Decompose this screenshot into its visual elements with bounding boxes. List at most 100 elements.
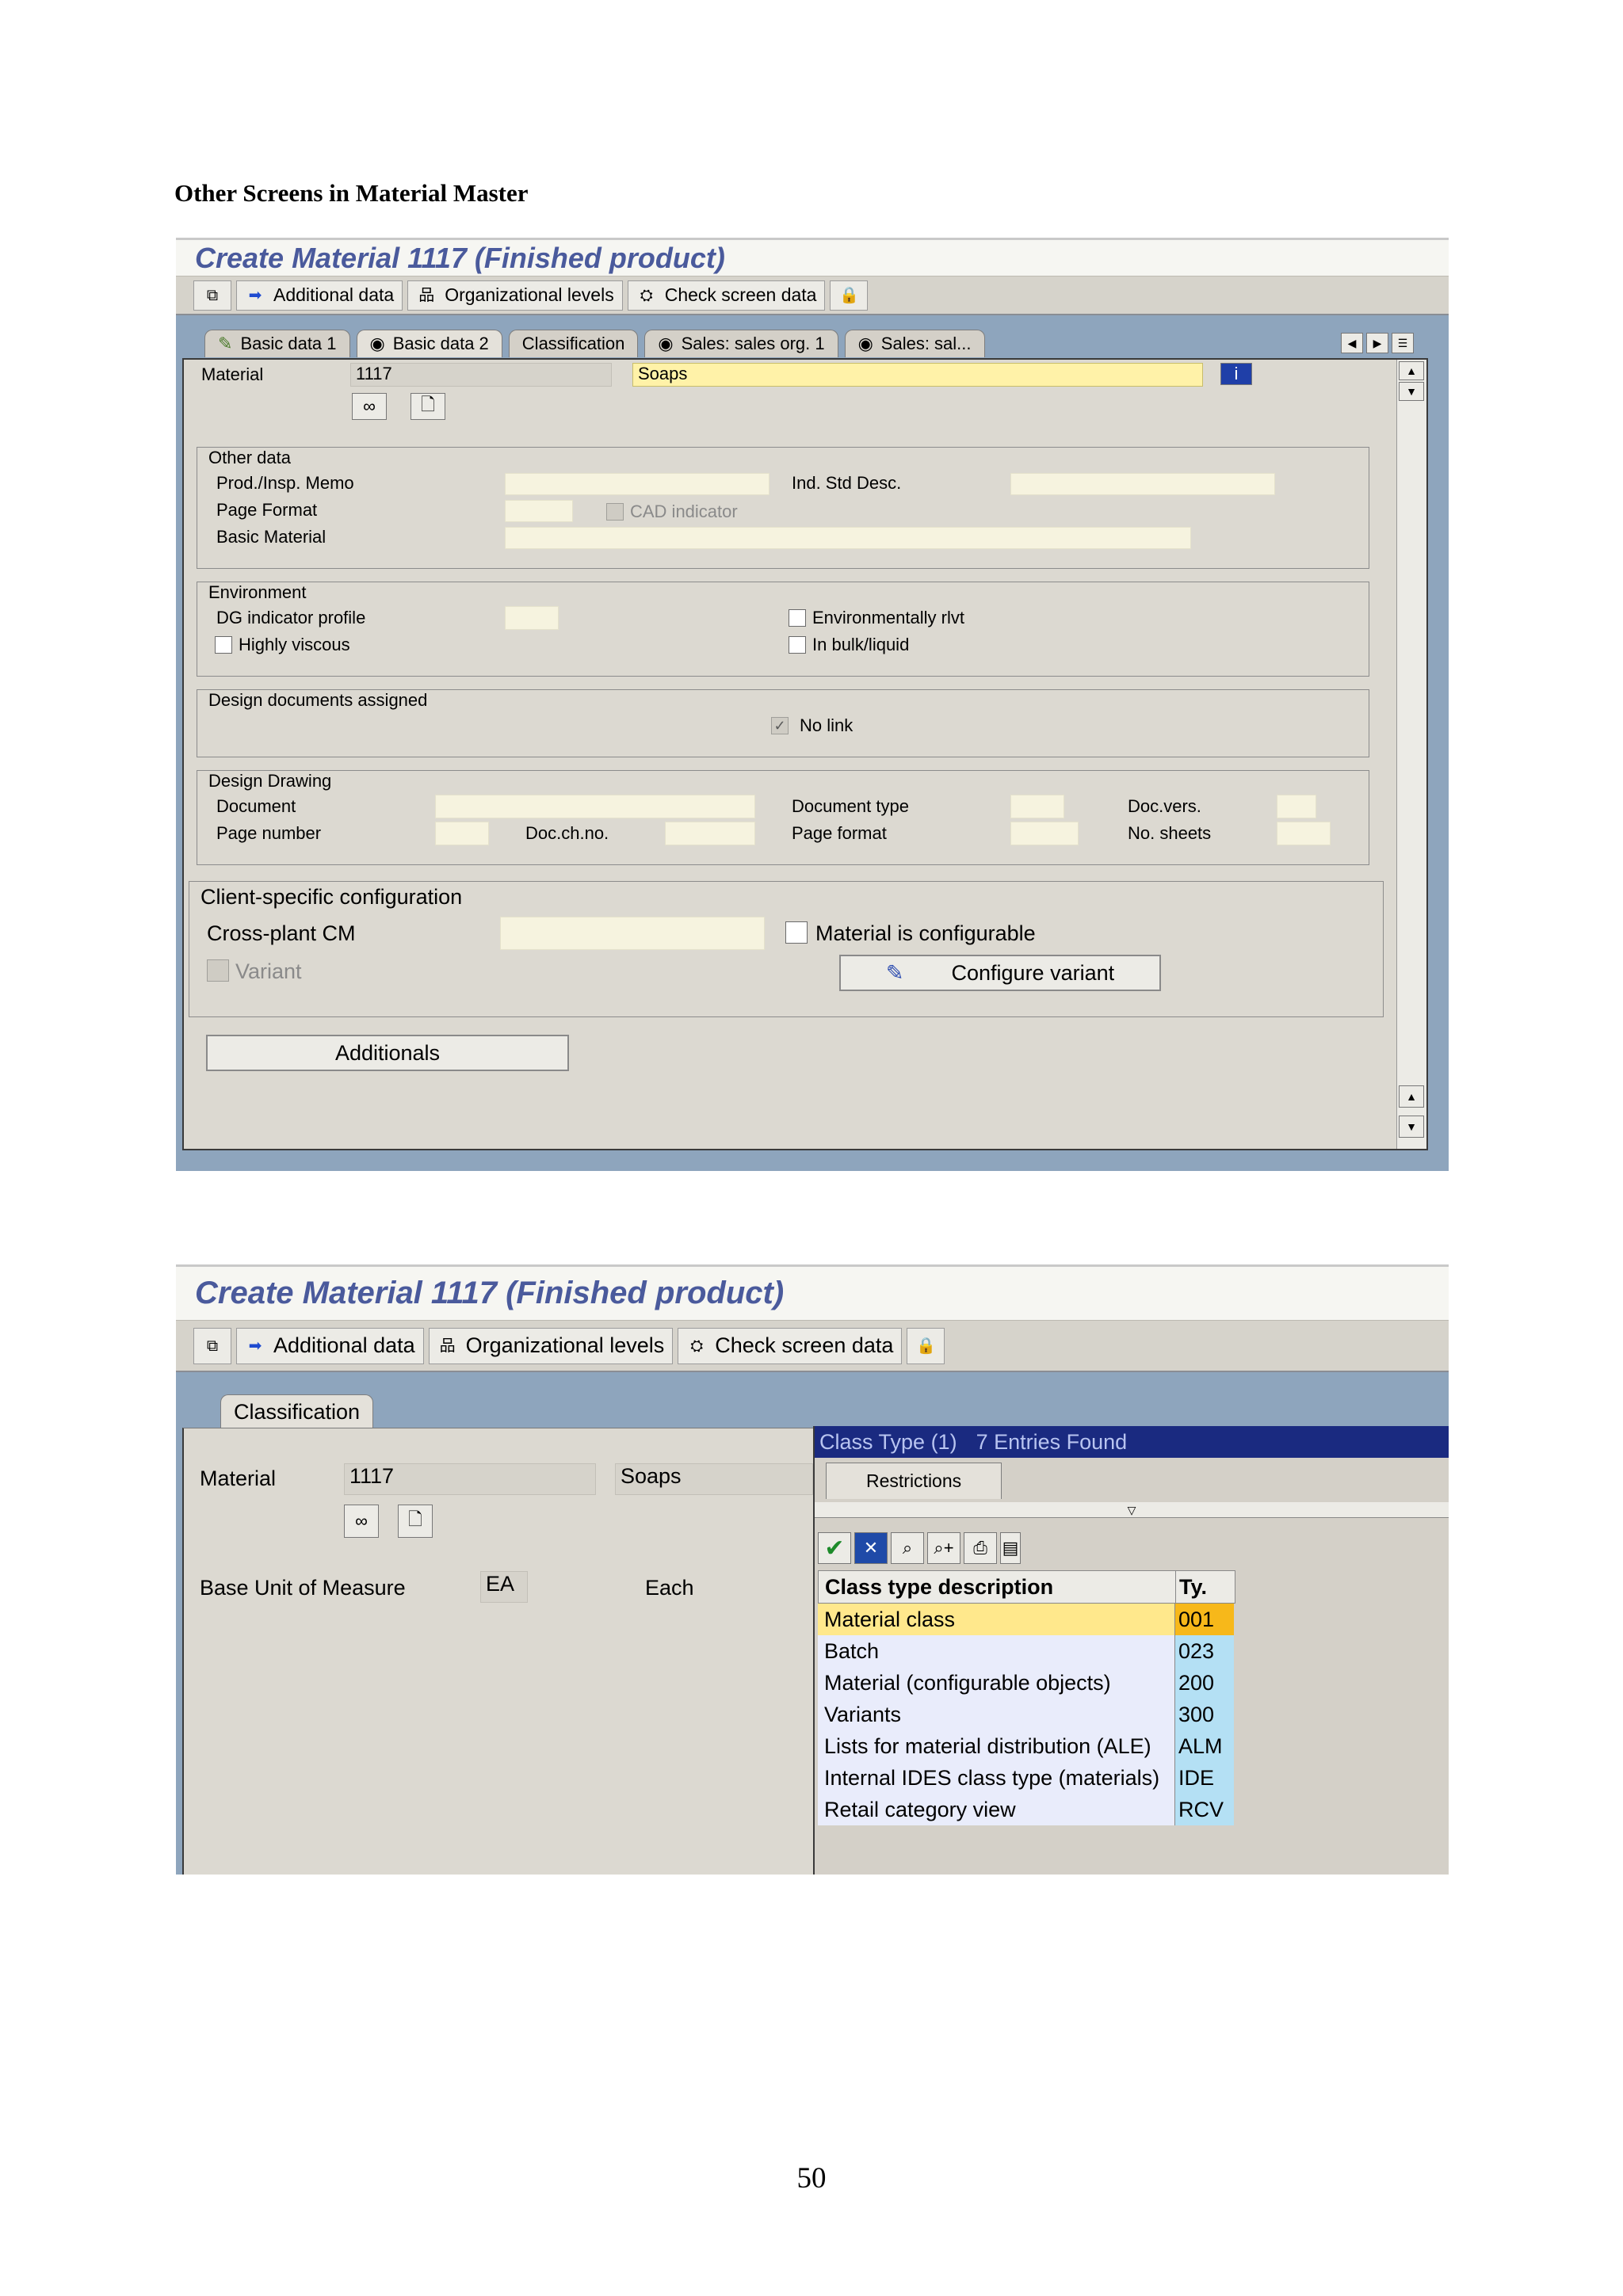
prod-insp-memo-field[interactable] [505,473,769,495]
additional-data-button[interactable]: ➡ Additional data [236,1327,424,1364]
class-type-code: 001 [1175,1604,1234,1635]
tab-left-icon[interactable]: ◀ [1341,333,1363,353]
tab-icon: ✎ [218,334,233,353]
screen1-body: ✎ Basic data 1 ◉ Basic data 2 Classificati… [176,315,1449,1171]
cross-plant-field[interactable] [500,917,765,950]
popup-titlebar: Class Type (1) 7 Entries Found [815,1426,1449,1458]
popup-entries-found: 7 Entries Found [976,1429,1128,1454]
check-data-icon: ⛭ [640,286,653,304]
lock-button[interactable]: 🔒 [830,280,869,311]
other-material-button[interactable]: ⧉ [193,280,231,311]
material-configurable-label: Material is configurable [815,921,1036,945]
design-drawing-group: Design Drawing Document Document type Do… [197,770,1369,865]
other-data-title: Other data [208,448,291,467]
col-ty-header[interactable]: Ty. [1176,1571,1235,1603]
class-type-description: Material (configurable objects) [818,1667,1175,1699]
check-screen-data-button[interactable]: ⛭ Check screen data [678,1327,903,1364]
additional-data-button[interactable]: ➡ Additional data [236,280,403,311]
in-bulk-checkbox[interactable] [789,636,806,654]
configure-variant-button[interactable]: ✎ Configure variant [839,955,1161,991]
cancel-icon[interactable]: ✕ [854,1532,888,1564]
additionals-button[interactable]: Additionals [206,1035,569,1071]
tab-sales-org-1[interactable]: ◉ Sales: sales org. 1 [644,330,838,357]
doc-vers-field[interactable] [1277,795,1316,818]
page-number-field[interactable] [435,822,489,845]
table-row[interactable]: Retail category view RCV [818,1794,1235,1825]
scroll-up-icon[interactable]: ▲ [1399,361,1424,380]
table-row[interactable]: Lists for material distribution (ALE) ALM [818,1730,1235,1762]
class-type-description: Variants [818,1699,1175,1730]
environment-title: Environment [208,582,307,602]
tab-classification[interactable]: Classification [508,330,639,357]
no-sheets-field[interactable] [1277,822,1331,845]
info-icon[interactable]: i [1220,363,1252,385]
find-next-icon[interactable]: ⌕+ [927,1532,960,1564]
tab-sales-2[interactable]: ◉ Sales: sal... [844,330,985,357]
screen2-title: Create Material 1117 (Finished product) [176,1264,1449,1320]
lock-button[interactable]: 🔒 [907,1327,945,1364]
tab-list-icon[interactable]: ☰ [1392,333,1414,353]
tab-basic-data-2[interactable]: ◉ Basic data 2 [356,330,502,357]
list-settings-icon[interactable]: ▤ [1000,1532,1021,1564]
glasses-icon[interactable]: ∞ [352,393,387,420]
table-row[interactable]: Variants 300 [818,1699,1235,1730]
page-format-drawing-field[interactable] [1010,822,1079,845]
doc-ch-no-field[interactable] [665,822,755,845]
no-sheets-label: No. sheets [1128,823,1212,843]
material-description-field[interactable]: Soaps [615,1463,813,1495]
document-icon[interactable]: 🗋 [398,1505,433,1538]
screen1-panel: Material 1117 Soaps i ∞ 🗋 Other data Pro… [182,358,1428,1150]
restrictions-collapse[interactable]: ▽ [815,1502,1449,1518]
col-desc-header[interactable]: Class type description [819,1571,1176,1603]
scroll-page-up-icon[interactable]: ▲ [1399,1085,1424,1108]
screen1-toolbar: ⧉ ➡ Additional data 品 Organizational level… [176,276,1449,315]
tab-classification[interactable]: Classification [220,1394,374,1429]
cad-indicator-checkbox[interactable] [606,503,624,521]
document-icon[interactable]: 🗋 [411,393,445,420]
material-number-field[interactable]: 1117 [350,363,612,387]
other-object-icon: ⧉ [206,286,219,304]
class-type-description: Retail category view [818,1794,1175,1825]
base-unit-field[interactable]: EA [480,1571,528,1603]
material-description-field[interactable]: Soaps [632,363,1203,387]
table-row[interactable]: Material (configurable objects) 200 [818,1667,1235,1699]
highly-viscous-checkbox[interactable] [215,636,232,654]
dg-indicator-field[interactable] [505,606,559,630]
page-number-label: Page number [216,823,322,843]
material-configurable-checkbox[interactable] [785,921,808,944]
material-number-field[interactable]: 1117 [344,1463,596,1495]
find-icon[interactable]: ⌕ [891,1532,924,1564]
table-row[interactable]: Material class 001 [818,1604,1235,1635]
variant-checkbox[interactable] [207,959,229,982]
class-type-description: Lists for material distribution (ALE) [818,1730,1175,1762]
lock-icon: 🔒 [839,286,859,304]
org-levels-button[interactable]: 品 Organizational levels [428,1327,674,1364]
lock-icon: 🔒 [915,1337,936,1355]
page-format-field[interactable] [505,500,573,522]
print-icon[interactable]: ⎙ [964,1532,997,1564]
document-label: Document [216,796,296,816]
tab-restrictions[interactable]: Restrictions [826,1463,1002,1499]
table-row[interactable]: Batch 023 [818,1635,1235,1667]
glasses-icon[interactable]: ∞ [344,1505,379,1538]
tab-basic-data-1[interactable]: ✎ Basic data 1 [204,330,350,357]
ind-std-desc-field[interactable] [1010,473,1275,495]
check-screen-data-button[interactable]: ⛭ Check screen data [627,280,826,311]
tab-scroll-buttons: ◀ ▶ ☰ [1341,333,1414,353]
scroll-page-down-icon[interactable]: ▼ [1399,1116,1424,1138]
class-type-code: 300 [1175,1699,1234,1730]
org-levels-button[interactable]: 品 Organizational levels [407,280,623,311]
basic-material-field[interactable] [505,527,1191,549]
document-type-field[interactable] [1010,795,1064,818]
env-relevant-checkbox[interactable] [789,609,806,627]
other-material-button[interactable]: ⧉ [193,1327,231,1364]
screen1-tabstrip: ✎ Basic data 1 ◉ Basic data 2 Classificati… [204,330,985,357]
tab-right-icon[interactable]: ▶ [1366,333,1388,353]
document-field[interactable] [435,795,755,818]
no-link-checkbox[interactable]: ✓ [771,717,789,734]
check-icon[interactable]: ✔ [818,1532,851,1564]
scroll-down-icon[interactable]: ▼ [1399,382,1424,401]
table-row[interactable]: Internal IDES class type (materials) IDE [818,1762,1235,1794]
vertical-scrollbar[interactable]: ▲ ▼ ▲ ▼ [1396,360,1426,1149]
no-link-label: No link [800,715,854,735]
